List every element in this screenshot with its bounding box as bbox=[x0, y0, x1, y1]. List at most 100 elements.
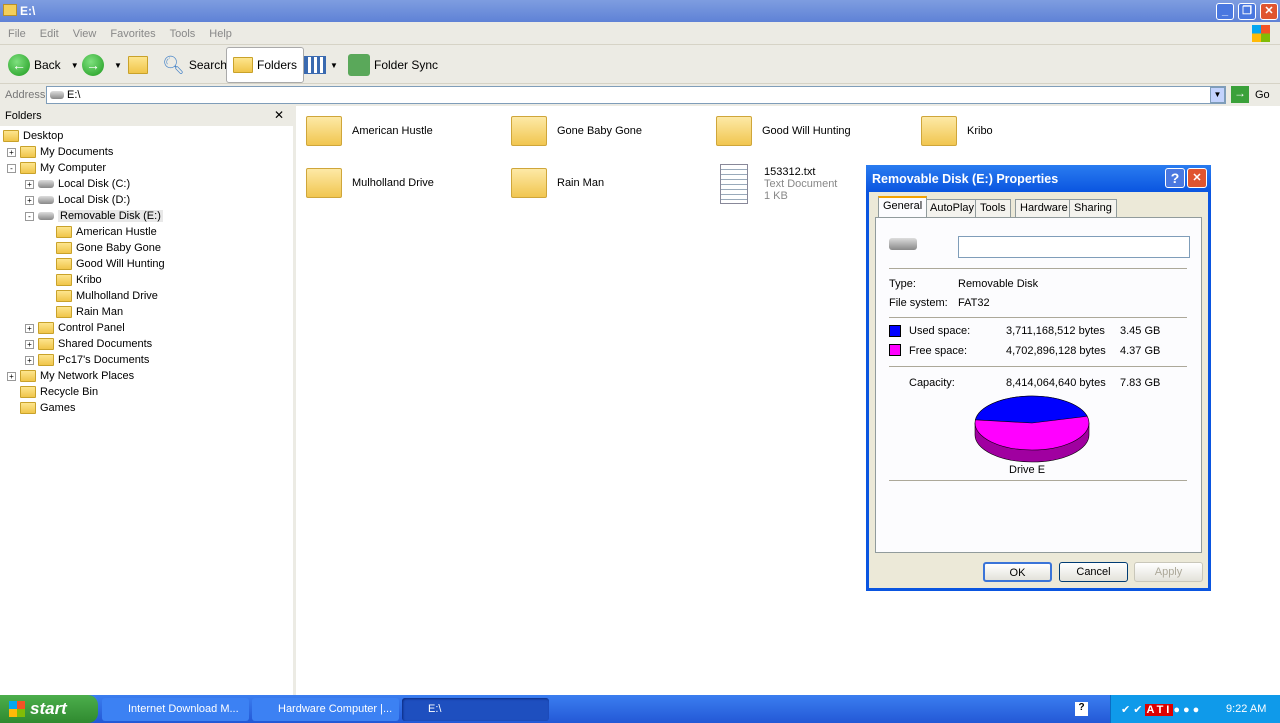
capacity-bytes: 8,414,064,640 bytes bbox=[1006, 377, 1106, 389]
expand-icon[interactable]: + bbox=[7, 371, 16, 381]
folder-item[interactable]: American Hustle bbox=[306, 116, 433, 146]
menu-file[interactable]: File bbox=[0, 22, 32, 40]
expand-icon[interactable]: + bbox=[7, 147, 16, 157]
expand-icon[interactable]: + bbox=[25, 179, 34, 189]
menu-favorites[interactable]: Favorites bbox=[102, 22, 161, 40]
folder-item[interactable]: Mulholland Drive bbox=[306, 168, 434, 198]
tab-autoplay[interactable]: AutoPlay bbox=[925, 199, 980, 217]
tree-item-label: Gone Baby Gone bbox=[76, 242, 162, 254]
tree-item[interactable]: American Hustle bbox=[43, 224, 157, 240]
tree-item[interactable]: + Control Panel bbox=[25, 320, 125, 336]
tree-item[interactable]: + Shared Documents bbox=[25, 336, 152, 352]
tree-item[interactable]: Good Will Hunting bbox=[43, 256, 165, 272]
up-folder-icon bbox=[128, 56, 148, 74]
folder-icon bbox=[921, 116, 957, 146]
collapse-icon[interactable]: - bbox=[25, 211, 34, 221]
close-button[interactable]: ✕ bbox=[1260, 3, 1278, 20]
folder-item[interactable]: Rain Man bbox=[511, 168, 604, 198]
menu-view[interactable]: View bbox=[65, 22, 103, 40]
menu-help[interactable]: Help bbox=[201, 22, 238, 40]
go-button[interactable]: → Go bbox=[1231, 86, 1270, 103]
tree-item[interactable]: Recycle Bin bbox=[7, 384, 98, 400]
address-dropdown-icon[interactable]: ▼ bbox=[1210, 87, 1225, 103]
back-button[interactable]: ← Back ▼ bbox=[8, 50, 79, 80]
file-name: American Hustle bbox=[352, 125, 433, 137]
help-tray-icon[interactable]: ? bbox=[1075, 702, 1088, 716]
folder-item[interactable]: Gone Baby Gone bbox=[511, 116, 642, 146]
tree-item[interactable]: + My Documents bbox=[7, 144, 113, 160]
tab-tools[interactable]: Tools bbox=[975, 199, 1011, 217]
go-arrow-icon: → bbox=[1231, 86, 1249, 103]
divider bbox=[889, 480, 1187, 481]
search-button[interactable]: 🔍︎ Search bbox=[162, 50, 227, 80]
tree-item-label: Good Will Hunting bbox=[76, 258, 165, 270]
expand-icon[interactable]: + bbox=[25, 339, 34, 349]
folder-icon bbox=[306, 116, 342, 146]
folder-icon bbox=[38, 354, 54, 366]
maximize-button[interactable]: ❐ bbox=[1238, 3, 1256, 20]
ok-button[interactable]: OK bbox=[983, 562, 1052, 582]
forward-button[interactable]: → ▼ bbox=[82, 50, 122, 80]
folder-icon bbox=[20, 162, 36, 174]
tab-hardware[interactable]: Hardware bbox=[1015, 199, 1073, 217]
toolbar: ← Back ▼ → ▼ 🔍︎ Search Folders ▼ Folder Sync bbox=[0, 45, 1280, 84]
address-input[interactable]: E:\ bbox=[46, 86, 1226, 104]
free-space-swatch bbox=[889, 344, 901, 356]
tree-item[interactable]: + My Network Places bbox=[7, 368, 134, 384]
up-folder-button[interactable] bbox=[128, 50, 148, 80]
file-item[interactable]: 153312.txt Text Document 1 KB bbox=[716, 164, 837, 204]
menu-edit[interactable]: Edit bbox=[32, 22, 65, 40]
volume-label-input[interactable] bbox=[958, 236, 1190, 258]
tree-item[interactable]: Mulholland Drive bbox=[43, 288, 158, 304]
tree-item[interactable]: Desktop bbox=[3, 128, 63, 144]
task-hardware-computer[interactable]: Hardware Computer |... bbox=[252, 698, 399, 721]
free-space-bytes: 4,702,896,128 bytes bbox=[1006, 345, 1106, 357]
back-dropdown-icon[interactable]: ▼ bbox=[71, 61, 79, 70]
folder-icon bbox=[20, 370, 36, 382]
task-explorer-e[interactable]: E:\ bbox=[402, 698, 549, 721]
drive-icon bbox=[38, 180, 54, 188]
tree-item[interactable]: + Local Disk (C:) bbox=[25, 176, 130, 192]
folder-sync-button[interactable]: Folder Sync bbox=[348, 50, 438, 80]
capacity-label: Capacity: bbox=[909, 377, 955, 389]
expand-icon[interactable]: + bbox=[25, 323, 34, 333]
folder-icon bbox=[56, 242, 72, 254]
folders-button[interactable]: Folders bbox=[226, 47, 305, 83]
folders-label: Folders bbox=[257, 58, 298, 72]
folders-pane-header: Folders ✕ bbox=[0, 106, 293, 126]
folder-icon bbox=[3, 4, 17, 16]
tree-item[interactable]: Games bbox=[7, 400, 75, 416]
tree-item[interactable]: Kribo bbox=[43, 272, 102, 288]
tree-item[interactable]: Gone Baby Gone bbox=[43, 240, 161, 256]
expand-icon[interactable]: + bbox=[25, 355, 34, 365]
tree-item[interactable]: + Pc17's Documents bbox=[25, 352, 149, 368]
tree-item[interactable]: Rain Man bbox=[43, 304, 123, 320]
tree-item[interactable]: + Local Disk (D:) bbox=[25, 192, 130, 208]
file-name: Mulholland Drive bbox=[352, 177, 434, 189]
tab-general[interactable]: General bbox=[878, 196, 928, 217]
collapse-icon[interactable]: - bbox=[7, 163, 16, 173]
expand-icon[interactable]: + bbox=[25, 195, 34, 205]
cancel-button[interactable]: Cancel bbox=[1059, 562, 1128, 582]
tray-icons[interactable]: ✔✔ATI●●● bbox=[1121, 703, 1202, 716]
close-pane-icon[interactable]: ✕ bbox=[274, 108, 284, 122]
views-button[interactable]: ▼ bbox=[304, 50, 338, 80]
tree-item[interactable]: - My Computer bbox=[7, 160, 106, 176]
folder-item[interactable]: Kribo bbox=[921, 116, 993, 146]
apply-button[interactable]: Apply bbox=[1134, 562, 1203, 582]
task-internet-download-manager[interactable]: Internet Download M... bbox=[102, 698, 249, 721]
help-button[interactable]: ? bbox=[1165, 168, 1185, 188]
tree-item-label: Local Disk (C:) bbox=[58, 178, 131, 190]
folder-item[interactable]: Good Will Hunting bbox=[716, 116, 851, 146]
dialog-close-button[interactable]: ✕ bbox=[1187, 168, 1207, 188]
minimize-button[interactable]: _ bbox=[1216, 3, 1234, 20]
search-label: Search bbox=[188, 58, 227, 72]
disk-usage-pie bbox=[974, 395, 1090, 463]
folders-pane: Folders ✕ Desktop + My Documents - My Compute… bbox=[0, 106, 296, 695]
forward-dropdown-icon[interactable]: ▼ bbox=[114, 61, 122, 70]
menu-tools[interactable]: Tools bbox=[162, 22, 202, 40]
removable-disk-icon bbox=[889, 238, 917, 250]
start-button[interactable]: start bbox=[0, 695, 98, 723]
tree-item[interactable]: - Removable Disk (E:) bbox=[25, 208, 163, 224]
tab-sharing[interactable]: Sharing bbox=[1069, 199, 1117, 217]
